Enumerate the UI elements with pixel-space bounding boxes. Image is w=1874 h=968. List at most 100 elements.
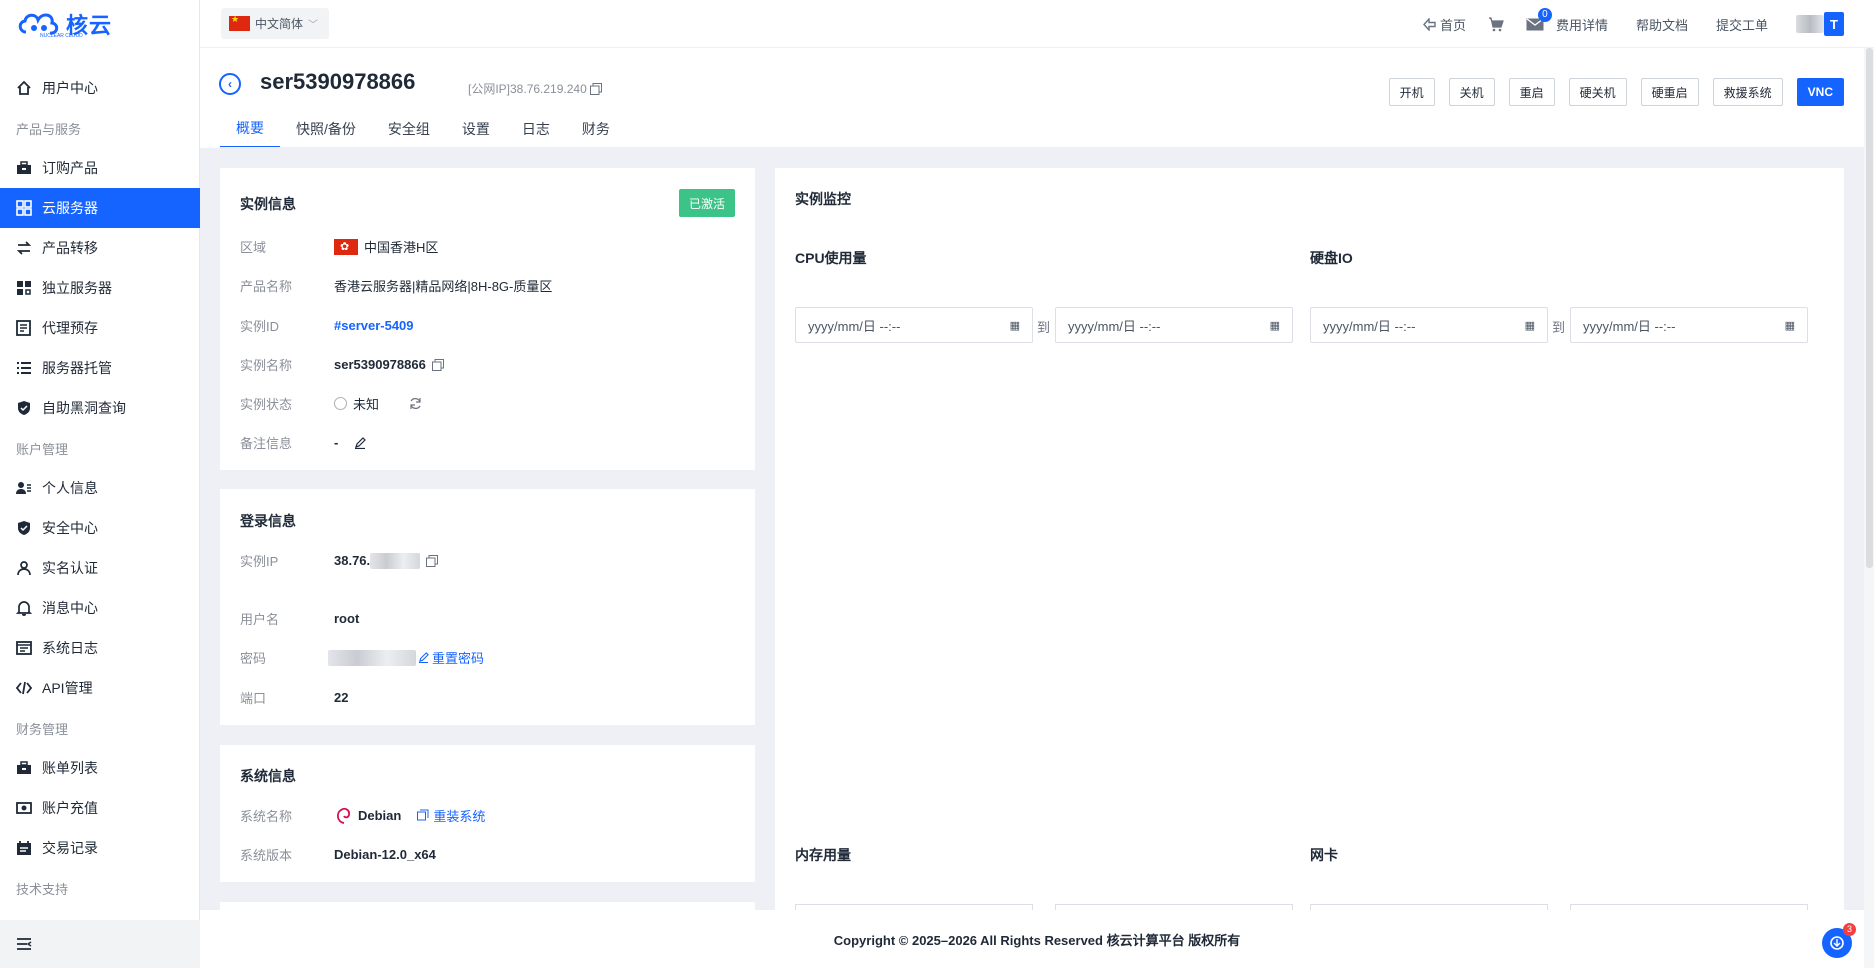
briefcase-icon — [17, 161, 31, 174]
top-nav: 首页 0 费用详情 帮助文档 提交工单 T — [1422, 0, 1874, 48]
home-link[interactable]: 首页 — [1422, 15, 1466, 34]
row-system-name: 系统名称 Debian 重装系统 — [240, 805, 485, 825]
system-name-label: 系统名称 — [240, 808, 293, 824]
billing-link[interactable]: 费用详情 — [1556, 15, 1608, 34]
scrollbar[interactable] — [1864, 48, 1874, 968]
chevron-down-icon: ﹀ — [308, 20, 319, 31]
user-menu[interactable]: T — [1796, 12, 1844, 36]
ticket-label: 提交工单 — [1715, 17, 1768, 33]
back-button[interactable]: ‹ — [219, 73, 241, 95]
action-button[interactable]: VNC — [1796, 78, 1844, 106]
debian-logo-icon — [337, 807, 351, 824]
action-button[interactable]: 关机 — [1448, 78, 1495, 106]
sidebar-item[interactable]: 服务器托管 — [0, 348, 200, 388]
sidebar-item[interactable]: 实名认证 — [0, 548, 200, 588]
instance-name-label: 实例名称 — [240, 358, 293, 373]
sidebar-item-label: 账单列表 — [42, 760, 98, 776]
sidebar-item[interactable]: 云服务器 — [0, 188, 200, 228]
action-button[interactable]: 硬重启 — [1640, 78, 1699, 106]
date-placeholder: yyyy/mm/日 --:-- — [1323, 318, 1416, 334]
disk-end-date-input[interactable]: yyyy/mm/日 --:-- ▦ — [1570, 307, 1808, 343]
reinstall-label: 重装系统 — [433, 808, 486, 824]
action-button[interactable]: 硬关机 — [1568, 78, 1627, 106]
copy-icon[interactable] — [426, 554, 439, 567]
sidebar-item[interactable]: 个人信息 — [0, 468, 200, 508]
shield-icon — [18, 521, 30, 535]
memory-chart-title: 内存用量 — [795, 847, 851, 863]
sidebar-item-label: 安全中心 — [42, 520, 98, 536]
password-blurred — [328, 649, 416, 666]
sidebar-nav: 用户中心产品与服务订购产品云服务器 产品转移 独立服务器 代理预存 服务器托管 自助黑洞查… — [0, 68, 200, 908]
user-card-icon — [16, 482, 31, 494]
ticket-link[interactable]: 提交工单 — [1716, 15, 1768, 34]
tab[interactable]: 快照/备份 — [280, 110, 372, 148]
copy-icon[interactable] — [431, 358, 444, 371]
calendar-icon — [17, 841, 31, 855]
action-button[interactable]: 开机 — [1388, 78, 1435, 106]
username-label: 用户名 — [240, 612, 280, 627]
sidebar-item[interactable]: 产品转移 — [0, 228, 200, 268]
tab[interactable]: 安全组 — [372, 110, 446, 148]
tab[interactable]: 设置 — [446, 110, 506, 148]
home-icon — [17, 80, 31, 95]
sidebar-item[interactable]: 独立服务器 — [0, 268, 200, 308]
cash-icon — [16, 802, 32, 814]
username-value: root — [334, 611, 360, 626]
scrollbar-thumb[interactable] — [1866, 48, 1873, 568]
collapse-menu-button[interactable] — [0, 920, 200, 968]
date-placeholder: yyyy/mm/日 --:-- — [1583, 318, 1676, 334]
refresh-icon[interactable] — [409, 397, 422, 410]
hong-kong-flag-icon — [334, 238, 358, 255]
action-button[interactable]: 重启 — [1508, 78, 1555, 106]
password-label: 密码 — [240, 651, 267, 666]
sidebar-section-label: 财务管理 — [16, 721, 69, 737]
cpu-start-date-input[interactable]: yyyy/mm/日 --:-- ▦ — [795, 307, 1033, 343]
sidebar-item[interactable]: 订购产品 — [0, 148, 200, 188]
calendar-icon: ▦ — [1524, 319, 1535, 332]
row-product-name: 产品名称 香港云服务器|精品网络|8H-8G-质量区 — [240, 276, 552, 295]
back-arrow-icon — [1422, 17, 1436, 31]
instance-id-link[interactable]: #server-5409 — [334, 318, 414, 333]
sidebar-section-label: 产品与服务 — [16, 121, 82, 137]
cart-button[interactable] — [1488, 16, 1504, 32]
tab[interactable]: 财务 — [566, 110, 626, 148]
sidebar-item[interactable]: 账户充值 — [0, 788, 200, 828]
reinstall-link[interactable]: 重装系统 — [417, 806, 485, 825]
cpu-end-date-input[interactable]: yyyy/mm/日 --:-- ▦ — [1055, 307, 1293, 343]
port-value: 22 — [334, 690, 349, 705]
calendar-icon: ▦ — [1784, 319, 1795, 332]
edit-icon[interactable] — [354, 436, 367, 449]
reset-password-link[interactable]: 重置密码 — [418, 648, 484, 667]
system-info-title: 系统信息 — [240, 768, 296, 784]
tab[interactable]: 日志 — [506, 110, 566, 148]
action-button[interactable]: 救援系统 — [1712, 78, 1783, 106]
remark-label: 备注信息 — [240, 436, 293, 451]
sidebar-item[interactable]: 安全中心 — [0, 508, 200, 548]
sidebar-item-label: 订购产品 — [42, 160, 98, 176]
language-selector[interactable]: 中文简体 ﹀ — [221, 8, 329, 39]
sidebar-item[interactable]: 用户中心 — [0, 68, 200, 108]
sidebar-section-label: 技术支持 — [16, 881, 69, 897]
sidebar-item[interactable]: 代理预存 — [0, 308, 200, 348]
code-icon — [16, 681, 32, 695]
sidebar-item-label: 实名认证 — [42, 560, 98, 576]
tab[interactable]: 概要 — [220, 110, 280, 148]
docs-link[interactable]: 帮助文档 — [1636, 15, 1688, 34]
sidebar-item[interactable]: API管理 — [0, 668, 200, 708]
sidebar-item[interactable]: 消息中心 — [0, 588, 200, 628]
login-info-card: 登录信息 实例IP 38.76. 用户名 root 密码 重置密码 端口 22 — [220, 489, 755, 725]
logo[interactable]: 核云 NUCLEAR CLOUD — [0, 0, 199, 48]
instance-status-label: 实例状态 — [240, 397, 293, 412]
sidebar-item[interactable]: 账单列表 — [0, 748, 200, 788]
mail-button[interactable]: 0 — [1526, 7, 1552, 31]
sidebar-item[interactable]: 交易记录 — [0, 828, 200, 868]
tab-bar: 概要 快照/备份 安全组 设置 日志 财务 — [220, 110, 626, 148]
disk-start-date-input[interactable]: yyyy/mm/日 --:-- ▦ — [1310, 307, 1548, 343]
row-instance-status: 实例状态 未知 — [240, 394, 422, 413]
copy-icon[interactable] — [589, 82, 602, 95]
system-version-value: Debian-12.0_x64 — [334, 847, 436, 862]
sidebar-item[interactable]: 自助黑洞查询 — [0, 388, 200, 428]
sidebar-item-label: 账户充值 — [42, 800, 98, 816]
sidebar-item[interactable]: 系统日志 — [0, 628, 200, 668]
notification-badge: 3 — [1843, 923, 1856, 936]
